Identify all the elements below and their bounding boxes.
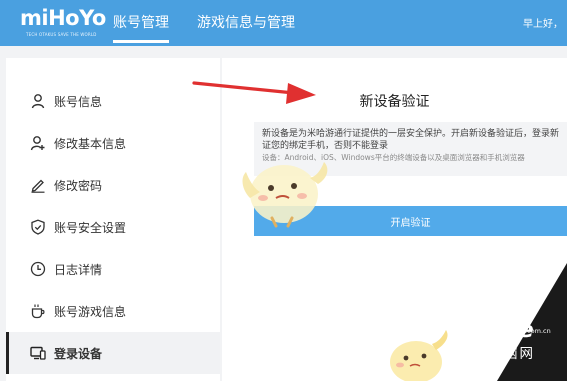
notice-text: 证您的绑定手机，否则不能登录 [262,141,389,151]
user-icon [30,93,46,109]
watermark-logo-text: PConline [432,318,534,343]
sidebar-item-security-settings[interactable]: 账号安全设置 [6,206,220,248]
tab-game-info-management[interactable]: 游戏信息与管理 [197,12,295,32]
sidebar-item-edit-basic-info[interactable]: 修改基本信息 [6,122,220,164]
clock-icon [30,261,46,277]
user-edit-icon [30,135,46,151]
sidebar-item-label: 修改基本信息 [54,137,127,151]
watermark-chinese-text: 太平洋电脑网 [442,346,535,362]
mascot-sticker-icon [242,162,328,228]
user-greeting[interactable]: 早上好， [523,15,563,30]
logo-tagline: TECH OTAKUS SAVE THE WORLD [26,32,97,37]
sidebar-item-label: 账号信息 [54,95,103,109]
sidebar-item-account-info[interactable]: 账号信息 [6,80,220,122]
tab-account-management[interactable]: 账号管理 [113,12,169,43]
sidebar-item-login-devices[interactable]: 登录设备 [6,332,220,374]
sidebar-item-label: 修改密码 [54,179,103,193]
sidebar-item-game-info[interactable]: 账号游戏信息 [6,290,220,332]
sidebar-item-log-details[interactable]: 日志详情 [6,248,220,290]
cup-icon [30,303,46,319]
devices-icon [30,345,46,361]
sidebar-item-change-password[interactable]: 修改密码 [6,164,220,206]
watermark-domain-text: .com.cn [525,327,551,335]
mihoyo-logo[interactable]: miHoYo TECH OTAKUS SAVE THE WORLD [20,6,112,40]
sidebar: 账号信息 修改基本信息 修改密码 账号安全设置 日志详情 账号游戏信息 登录设备 [6,58,220,381]
sidebar-item-label: 账号安全设置 [54,221,127,235]
pconline-watermark: PConline .com.cn 太平洋电脑网 [432,318,564,364]
notice-text: 新设备是为米哈游通行证提供的一层安全保护。开启新设备验证后，登录新 [262,129,559,139]
sidebar-item-label: 账号游戏信息 [54,305,127,319]
shield-icon [30,219,46,235]
logo-text: miHoYo [20,6,106,30]
sidebar-item-label: 日志详情 [54,263,103,277]
sidebar-item-label: 登录设备 [54,347,103,361]
top-navigation-bar: miHoYo TECH OTAKUS SAVE THE WORLD 账号管理 游… [0,0,567,46]
red-arrow-icon [192,81,316,104]
pencil-icon [30,177,46,193]
